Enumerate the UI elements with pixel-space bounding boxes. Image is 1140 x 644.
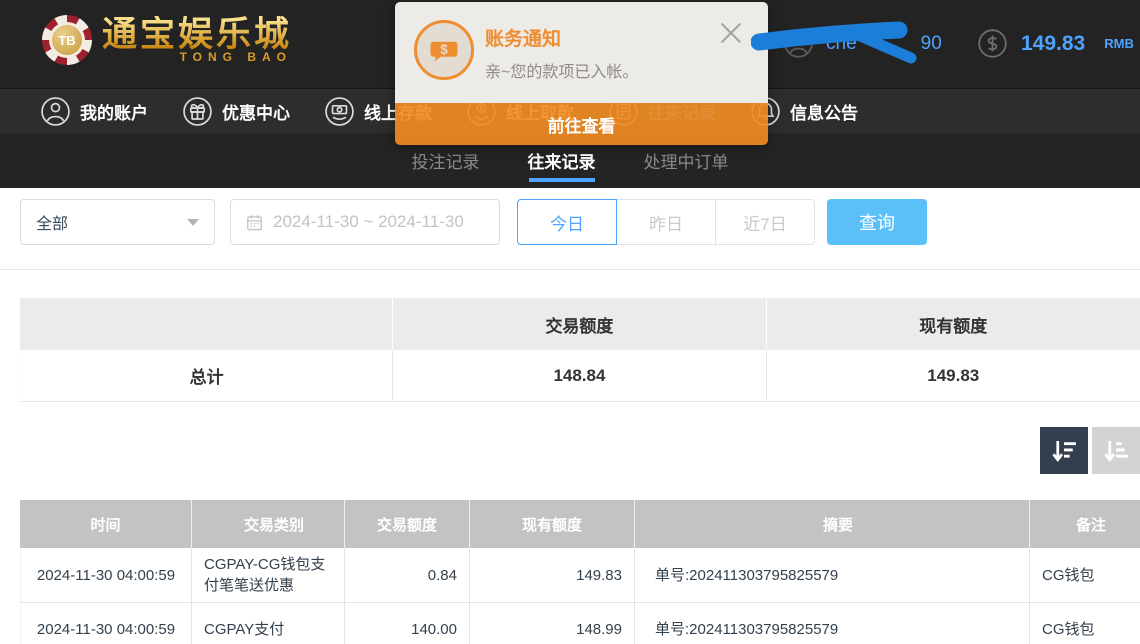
category-selected-value: 全部 bbox=[36, 210, 68, 234]
header-time: 时间 bbox=[20, 500, 192, 548]
user-avatar-icon bbox=[783, 28, 814, 59]
wallet-balance[interactable]: 149.83 RMB bbox=[977, 28, 1134, 59]
header-amount: 交易额度 bbox=[345, 500, 470, 548]
cell-type: CGPAY-CG钱包支付笔笔送优惠 bbox=[192, 548, 345, 603]
header-summary: 摘要 bbox=[635, 500, 1030, 548]
table-header-row: 时间 交易类别 交易额度 现有额度 摘要 备注 bbox=[20, 500, 1140, 548]
cell-type: CGPAY支付 bbox=[192, 603, 345, 644]
deposit-icon bbox=[324, 96, 355, 127]
summary-transaction-total: 148.84 bbox=[393, 350, 766, 402]
cell-balance: 149.83 bbox=[470, 548, 635, 603]
sort-descending-icon bbox=[1049, 436, 1079, 466]
user-icon bbox=[40, 96, 71, 127]
last7days-button[interactable]: 近7日 bbox=[715, 199, 815, 245]
table-row: 2024-11-30 04:00:59 CGPAY支付 140.00 148.9… bbox=[20, 603, 1140, 644]
today-button[interactable]: 今日 bbox=[517, 199, 617, 245]
chip-label: TB bbox=[52, 25, 82, 55]
brand-logo[interactable]: TB 通宝娱乐城 TONG BAO bbox=[42, 15, 292, 65]
brand-name-cn: 通宝娱乐城 bbox=[102, 16, 292, 55]
cell-remark: CG钱包 bbox=[1030, 603, 1140, 644]
date-range-value: 2024-11-30 ~ 2024-11-30 bbox=[273, 212, 464, 232]
go-view-button[interactable]: 前往查看 bbox=[395, 103, 768, 145]
header-remark: 备注 bbox=[1030, 500, 1140, 548]
section-divider bbox=[0, 269, 1140, 270]
cell-time: 2024-11-30 04:00:59 bbox=[20, 548, 192, 603]
cell-balance: 148.99 bbox=[470, 603, 635, 644]
header-balance: 现有额度 bbox=[470, 500, 635, 548]
transactions-table: 时间 交易类别 交易额度 现有额度 摘要 备注 2024-11-30 04:00… bbox=[20, 500, 1140, 644]
yesterday-button[interactable]: 昨日 bbox=[616, 199, 716, 245]
nav-item-my-account[interactable]: 我的账户 bbox=[40, 96, 148, 127]
cell-amount: 0.84 bbox=[345, 548, 470, 603]
username: che90 bbox=[826, 33, 942, 55]
casino-chip-icon: TB bbox=[42, 15, 92, 65]
cell-amount: 140.00 bbox=[345, 603, 470, 644]
cell-summary: 单号:202411303795825579 bbox=[635, 548, 1030, 603]
summary-balance-total: 149.83 bbox=[767, 350, 1140, 402]
nav-item-promotions[interactable]: 优惠中心 bbox=[182, 96, 290, 127]
summary-total-label: 总计 bbox=[20, 350, 393, 402]
sort-ascending-icon bbox=[1101, 436, 1131, 466]
summary-header-empty bbox=[20, 298, 393, 350]
popup-title: 账务通知 bbox=[485, 24, 561, 51]
date-range-input[interactable]: 2024-11-30 ~ 2024-11-30 bbox=[230, 199, 500, 245]
user-account[interactable]: che90 bbox=[783, 28, 942, 59]
svg-text:$: $ bbox=[440, 42, 448, 57]
header-type: 交易类别 bbox=[192, 500, 345, 548]
table-row: 2024-11-30 04:00:59 CGPAY-CG钱包支付笔笔送优惠 0.… bbox=[20, 548, 1140, 603]
summary-header-balance: 现有额度 bbox=[767, 298, 1140, 350]
page: TB 通宝娱乐城 TONG BAO che90 149.83 RMB bbox=[0, 0, 1140, 644]
balance-currency: RMB bbox=[1104, 36, 1134, 51]
query-button[interactable]: 查询 bbox=[827, 199, 927, 245]
finance-notice-icon: $ bbox=[414, 20, 474, 80]
notification-popup: $ 账务通知 亲~您的款项已入帐。 前往查看 bbox=[395, 2, 768, 145]
balance-amount: 149.83 bbox=[1021, 32, 1085, 56]
calendar-icon bbox=[245, 213, 264, 232]
category-select[interactable]: 全部 bbox=[20, 199, 215, 245]
dollar-coin-icon bbox=[977, 28, 1008, 59]
summary-table: 交易额度 现有额度 总计 148.84 149.83 bbox=[20, 298, 1140, 402]
gift-icon bbox=[182, 96, 213, 127]
popup-message: 亲~您的款项已入帐。 bbox=[485, 58, 638, 82]
chevron-down-icon bbox=[187, 219, 199, 226]
sort-descending-button[interactable] bbox=[1040, 427, 1088, 474]
quick-date-group: 今日 昨日 近7日 bbox=[517, 199, 815, 245]
cell-summary: 单号:202411303795825579 bbox=[635, 603, 1030, 644]
brand-name-en: TONG BAO bbox=[180, 50, 292, 64]
close-icon[interactable] bbox=[716, 18, 746, 48]
cell-remark: CG钱包 bbox=[1030, 548, 1140, 603]
summary-header-transaction: 交易额度 bbox=[393, 298, 766, 350]
cell-time: 2024-11-30 04:00:59 bbox=[20, 603, 192, 644]
sort-ascending-button[interactable] bbox=[1092, 427, 1140, 474]
